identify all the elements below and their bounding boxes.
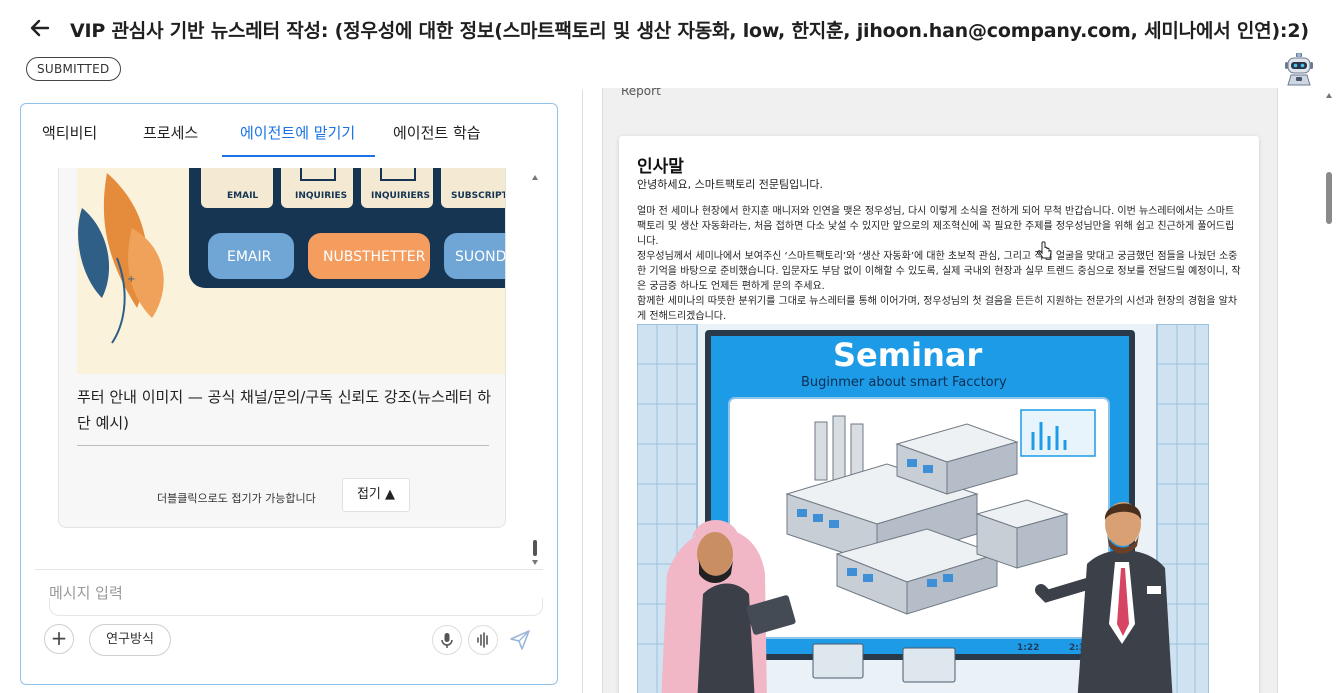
image-label-inquiriers: INQUIRIERS bbox=[371, 191, 430, 201]
seminar-title: Seminar bbox=[833, 336, 982, 374]
composer-divider bbox=[35, 569, 543, 570]
panel-divider bbox=[582, 90, 583, 693]
tab-agent-learning[interactable]: 에이전트 학습 bbox=[393, 122, 481, 143]
research-mode-button[interactable]: 연구방식 bbox=[89, 624, 171, 656]
doc-heading: 인사말 bbox=[637, 157, 684, 177]
scroll-up-icon[interactable] bbox=[1326, 93, 1332, 98]
message-scrollbar[interactable] bbox=[529, 170, 541, 566]
report-panel[interactable]: Report 인사말 안녕하세요, 스마트팩토리 전문팀입니다. 얼마 전 세미… bbox=[586, 88, 1338, 693]
svg-text:+: + bbox=[127, 274, 135, 285]
image-button-suonde: SUONDE bbox=[455, 249, 505, 265]
tab-bar: 액티비티 프로세스 에이전트에 맡기기 에이전트 학습 bbox=[21, 104, 557, 160]
caption-divider bbox=[77, 445, 489, 446]
newsletter-document: 인사말 안녕하세요, 스마트팩토리 전문팀입니다. 얼마 전 세미나 현장에서 … bbox=[619, 136, 1259, 693]
arrow-left-icon[interactable] bbox=[26, 14, 54, 42]
seminar-illustration: Seminar Buginmer about smart Facctory 1:… bbox=[637, 324, 1209, 693]
screen-label-left: 1:22 bbox=[1017, 643, 1039, 653]
image-button-nubsthetter: NUBSTHETTER bbox=[323, 249, 426, 265]
robot-icon[interactable] bbox=[1283, 52, 1315, 86]
message-input[interactable] bbox=[49, 582, 519, 604]
waveform-icon bbox=[477, 632, 488, 648]
image-button-emair: EMAIR bbox=[227, 249, 272, 265]
tab-delegate-agent[interactable]: 에이전트에 맡기기 bbox=[240, 122, 355, 143]
fold-hint: 더블클릭으로도 접기가 가능합니다 bbox=[157, 492, 316, 505]
agent-panel: 액티비티 프로세스 에이전트에 맡기기 에이전트 학습 + EMAIL INQU… bbox=[20, 103, 558, 685]
doc-paragraph: 정우성님께서 세미나에서 보여주신 ‘스마트팩토리’와 ‘생산 자동화’에 대한… bbox=[637, 251, 1241, 292]
seminar-subtitle: Buginmer about smart Facctory bbox=[801, 375, 1007, 390]
footer-guide-image: + EMAIL INQUIRIES INQUIRIERS SUBSCRIPTIO… bbox=[77, 168, 505, 374]
active-tab-indicator bbox=[222, 155, 375, 157]
collapse-button[interactable]: 접기 ▲ bbox=[342, 478, 410, 512]
scroll-down-icon[interactable] bbox=[532, 560, 538, 565]
mic-icon bbox=[441, 633, 453, 648]
image-caption: 푸터 안내 이미지 — 공식 채널/문의/구독 신뢰도 강조(뉴스레터 하단 예… bbox=[77, 388, 492, 432]
voice-button[interactable] bbox=[468, 625, 498, 655]
image-label-subscription: SUBSCRIPTION bbox=[451, 191, 505, 201]
tab-process[interactable]: 프로세스 bbox=[143, 122, 198, 143]
scroll-up-icon[interactable] bbox=[532, 175, 538, 180]
app-root: VIP 관심사 기반 뉴스레터 작성: (정우성에 대한 정보(스마트팩토리 및… bbox=[0, 0, 1338, 693]
tab-activity[interactable]: 액티비티 bbox=[42, 122, 97, 143]
report-frame: Report 인사말 안녕하세요, 스마트팩토리 전문팀입니다. 얼마 전 세미… bbox=[602, 88, 1278, 693]
hand-cursor-icon bbox=[1038, 241, 1052, 259]
message-card: + EMAIL INQUIRIES INQUIRIERS SUBSCRIPTIO… bbox=[58, 168, 506, 528]
doc-paragraph: 함께한 세미나의 따뜻한 분위기를 그대로 뉴스레터를 통해 이어가며, 정우성… bbox=[637, 296, 1238, 322]
report-scrollbar[interactable] bbox=[1322, 88, 1336, 228]
send-icon[interactable] bbox=[507, 627, 533, 653]
report-label: Report bbox=[621, 88, 661, 98]
image-label-inquiries: INQUIRIES bbox=[295, 191, 347, 201]
doc-paragraph: 얼마 전 세미나 현장에서 한지훈 매니저와 인연을 맺은 정우성님, 다시 이… bbox=[637, 206, 1235, 247]
plus-icon[interactable]: + bbox=[44, 624, 74, 654]
page-title: VIP 관심사 기반 뉴스레터 작성: (정우성에 대한 정보(스마트팩토리 및… bbox=[70, 20, 1309, 42]
doc-body: 얼마 전 세미나 현장에서 한지훈 매니저와 인연을 맺은 정우성님, 다시 이… bbox=[637, 204, 1243, 324]
image-label-email: EMAIL bbox=[227, 191, 258, 201]
page-header: VIP 관심사 기반 뉴스레터 작성: (정우성에 대한 정보(스마트팩토리 및… bbox=[0, 0, 1338, 88]
message-list[interactable]: + EMAIL INQUIRIES INQUIRIERS SUBSCRIPTIO… bbox=[35, 168, 543, 616]
status-badge: SUBMITTED bbox=[26, 57, 121, 81]
doc-subtitle: 안녕하세요, 스마트팩토리 전문팀입니다. bbox=[637, 178, 824, 191]
mic-button[interactable] bbox=[432, 625, 462, 655]
